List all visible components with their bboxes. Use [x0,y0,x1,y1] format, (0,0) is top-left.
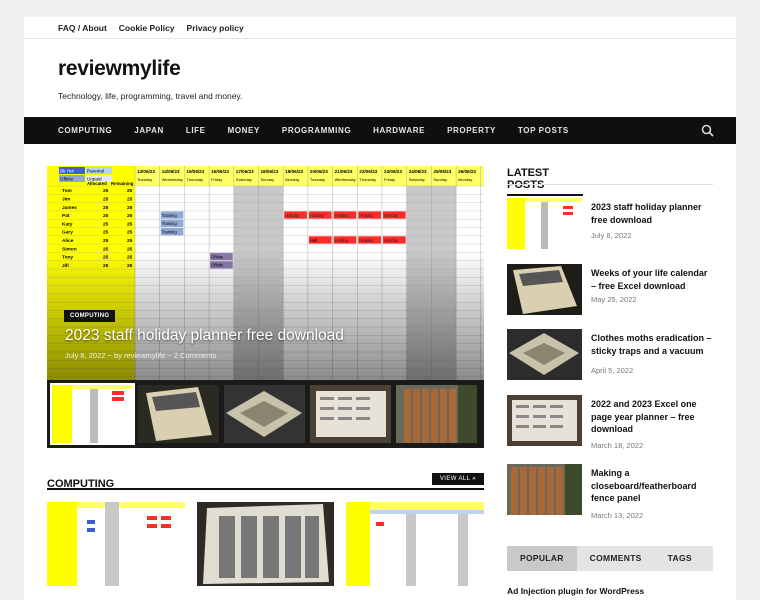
hero-meta: July 8, 2022 ~ by reviewmylife ~ 2 Comme… [65,351,217,360]
nav-item-japan[interactable]: JAPAN [134,126,164,135]
hero-title[interactable]: 2023 staff holiday planner free download [65,327,344,345]
search-icon[interactable] [701,124,714,137]
sidebar-divider [507,184,713,185]
thumb-fence-panel[interactable] [396,385,477,443]
site-title[interactable]: reviewmylife [58,57,181,81]
post-date: May 25, 2022 [591,295,637,304]
nav-item-property[interactable]: PROPERTY [447,126,496,135]
post-title[interactable]: Making a closeboard/featherboard fence p… [591,467,713,505]
latest-post-item[interactable]: Weeks of your life calendar – free Excel… [507,264,713,318]
nav-item-hardware[interactable]: HARDWARE [373,126,425,135]
site-header: reviewmylife Technology, life, programmi… [24,39,736,117]
latest-post-item[interactable]: 2023 staff holiday planner free download… [507,198,713,252]
post-thumbnail[interactable] [507,329,582,380]
view-all-button[interactable]: VIEW ALL » [431,473,484,485]
thumb-holiday-planner[interactable] [50,383,135,445]
post-thumbnail[interactable] [507,264,582,315]
sidebar-tabs: POPULAR COMMENTS TAGS [507,546,713,571]
thumb-moth-trap[interactable] [224,385,305,443]
thumb-year-planner[interactable] [310,385,391,443]
post-date: April 5, 2022 [591,366,634,375]
post-date: March 18, 2022 [591,441,644,450]
computing-cards [47,502,485,600]
privacy-policy-link[interactable]: Privacy policy [187,23,244,33]
post-date: July 8, 2022 [591,231,632,240]
main-nav: COMPUTING JAPAN LIFE MONEY PROGRAMMING H… [24,117,736,144]
latest-post-item[interactable]: 2022 and 2023 Excel one page year planne… [507,395,713,450]
tab-comments[interactable]: COMMENTS [577,546,655,571]
post-date: March 13, 2022 [591,511,644,520]
hero-overlay [47,166,484,380]
faq-about-link[interactable]: FAQ / About [58,23,107,33]
latest-posts-heading: LATEST POSTS [507,167,583,196]
popular-post-title[interactable]: Ad Injection plugin for WordPress [507,586,644,596]
computing-card-weeks-calendar[interactable] [196,502,335,586]
post-thumbnail[interactable] [507,198,582,249]
post-title[interactable]: 2023 staff holiday planner free download [591,201,713,226]
tab-tags[interactable]: TAGS [655,546,705,571]
post-thumbnail[interactable] [507,395,582,446]
hero-category-badge[interactable]: COMPUTING [64,310,116,322]
nav-item-top-posts[interactable]: TOP POSTS [518,126,569,135]
post-title[interactable]: Weeks of your life calendar – free Excel… [591,267,713,292]
site-tagline: Technology, life, programming, travel an… [58,91,243,101]
sidebar: LATEST POSTS 2023 staff holiday planner … [507,167,713,520]
post-title[interactable]: 2022 and 2023 Excel one page year planne… [591,398,713,436]
nav-item-programming[interactable]: PROGRAMMING [282,126,351,135]
tab-popular[interactable]: POPULAR [507,546,577,571]
computing-section-title[interactable]: COMPUTING [47,478,114,490]
top-bar: FAQ / About Cookie Policy Privacy policy [24,17,736,39]
post-title[interactable]: Clothes moths eradication – sticky traps… [591,332,713,357]
computing-card-year-planner[interactable] [346,502,485,586]
featured-slide[interactable]: 13/06/23Tuesday14/06/23Wednesday15/06/23… [47,166,484,380]
latest-post-item[interactable]: Clothes moths eradication – sticky traps… [507,329,713,383]
nav-item-life[interactable]: LIFE [186,126,206,135]
post-thumbnail[interactable] [507,464,582,515]
slider-thumbnails [47,380,484,448]
computing-card-holiday-planner[interactable] [47,502,185,586]
nav-item-money[interactable]: MONEY [228,126,260,135]
page: FAQ / About Cookie Policy Privacy policy… [24,17,736,600]
computing-section-header: COMPUTING VIEW ALL » [47,473,484,490]
latest-post-item[interactable]: Making a closeboard/featherboard fence p… [507,464,713,520]
thumb-weeks-calendar[interactable] [138,385,219,443]
cookie-policy-link[interactable]: Cookie Policy [119,23,175,33]
nav-item-computing[interactable]: COMPUTING [58,126,112,135]
